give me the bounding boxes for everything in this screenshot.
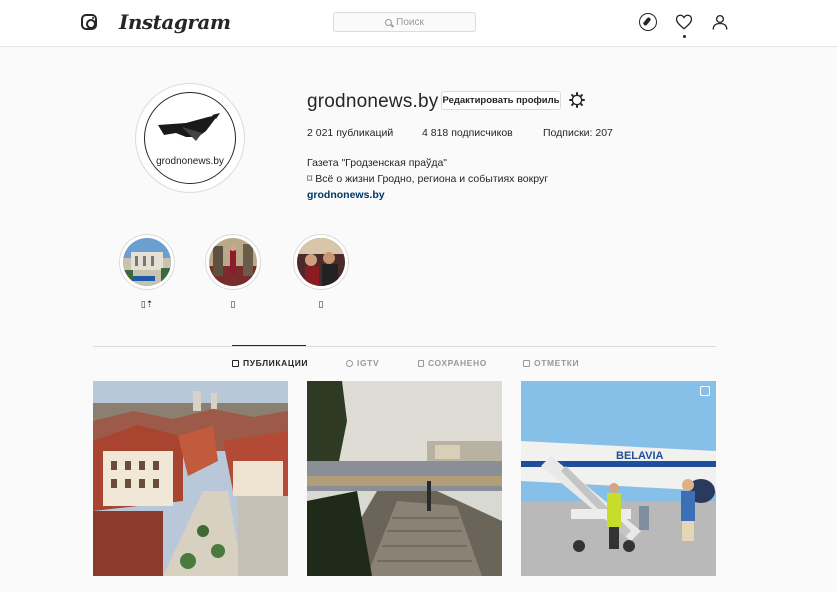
following-count[interactable]: Подписки: 207 bbox=[543, 127, 613, 139]
bio-name: Газета "Гродзенская праўда" bbox=[307, 157, 448, 169]
highlight-2-cover bbox=[209, 238, 257, 286]
tab-igtv[interactable]: IGTV bbox=[346, 358, 379, 368]
highlight-1-label: ▯⇡ bbox=[140, 299, 154, 309]
followers-count[interactable]: 4 818 подписчиков bbox=[422, 127, 513, 139]
avatar-text: grodnonews.by bbox=[156, 156, 224, 167]
post-thumbnail-3[interactable]: BELAVIA bbox=[521, 381, 716, 576]
profile-avatar[interactable]: grodnonews.by bbox=[135, 83, 245, 193]
compass-icon[interactable] bbox=[639, 13, 657, 31]
tab-tagged-label: ОТМЕТКИ bbox=[534, 358, 580, 368]
search-icon bbox=[385, 18, 393, 26]
highlight-3-label: ▯ bbox=[318, 299, 324, 309]
tab-tagged[interactable]: ОТМЕТКИ bbox=[523, 358, 579, 368]
tab-igtv-label: IGTV bbox=[357, 358, 380, 368]
post-thumbnail-1[interactable] bbox=[93, 381, 288, 576]
settings-gear-icon[interactable] bbox=[569, 92, 585, 108]
tag-icon bbox=[523, 359, 530, 367]
search-input[interactable]: Поиск bbox=[333, 12, 476, 32]
city-rooftops-image bbox=[93, 381, 288, 576]
highlight-1-cover bbox=[123, 238, 171, 286]
heart-icon[interactable] bbox=[675, 13, 693, 31]
story-highlight-1[interactable] bbox=[119, 234, 175, 290]
activity-dot bbox=[683, 35, 686, 38]
tab-saved-label: СОХРАНЕНО bbox=[428, 358, 487, 368]
tab-posts-label: ПУБЛИКАЦИИ bbox=[243, 358, 309, 368]
grid-icon bbox=[232, 359, 239, 367]
multiple-images-icon bbox=[700, 386, 710, 396]
search-placeholder: Поиск bbox=[396, 16, 424, 28]
person-icon[interactable] bbox=[711, 13, 729, 31]
svg-text:BELAVIA: BELAVIA bbox=[616, 450, 664, 462]
highlight-2-label: ▯ bbox=[230, 299, 236, 309]
river-stairs-image bbox=[307, 381, 502, 576]
tab-posts[interactable]: ПУБЛИКАЦИИ bbox=[232, 358, 308, 368]
instagram-wordmark[interactable]: Instagram bbox=[119, 10, 231, 34]
bookmark-icon bbox=[418, 359, 424, 367]
bio-description: ⌑ Всё о жизни Гродно, региона и событиях… bbox=[307, 173, 549, 185]
post-thumbnail-2[interactable] bbox=[307, 381, 502, 576]
top-navigation-bar: Instagram Поиск bbox=[0, 0, 837, 47]
profile-stats: 2 021 публикаций 4 818 подписчиков Подпи… bbox=[307, 127, 637, 141]
tabs-divider bbox=[93, 346, 716, 347]
story-highlight-2[interactable] bbox=[205, 234, 261, 290]
tab-saved[interactable]: СОХРАНЕНО bbox=[418, 358, 487, 368]
edit-profile-button[interactable]: Редактировать профиль bbox=[441, 91, 561, 110]
avatar-logo: grodnonews.by bbox=[144, 92, 236, 184]
instagram-glyph-icon[interactable] bbox=[81, 14, 97, 30]
igtv-icon bbox=[346, 359, 353, 367]
bio-website-link[interactable]: grodnonews.by bbox=[307, 187, 548, 203]
profile-username: grodnonews.by bbox=[307, 91, 439, 112]
airplane-passengers-image: BELAVIA bbox=[521, 381, 716, 576]
active-tab-indicator bbox=[232, 345, 306, 346]
story-highlight-3[interactable] bbox=[293, 234, 349, 290]
bird-logo-icon bbox=[158, 113, 220, 141]
profile-bio: Газета "Гродзенская праўда" ⌑ Всё о жизн… bbox=[307, 155, 548, 203]
highlight-3-cover bbox=[297, 238, 345, 286]
posts-count: 2 021 публикаций bbox=[307, 127, 394, 139]
